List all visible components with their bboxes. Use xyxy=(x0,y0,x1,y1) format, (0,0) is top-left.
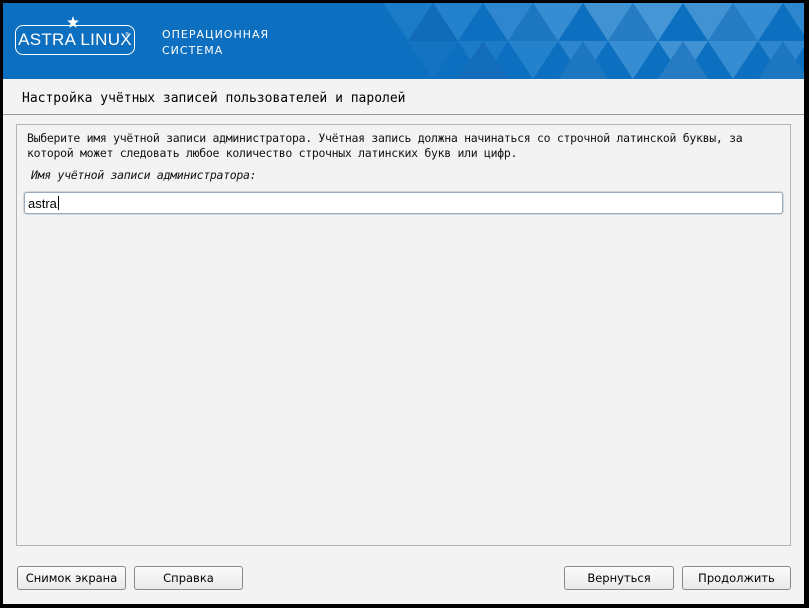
title-divider xyxy=(3,114,804,115)
page-title: Настройка учётных записей пользователей … xyxy=(22,91,406,106)
description-line-2: которой может следовать любое количество… xyxy=(27,146,518,160)
back-button[interactable]: Вернуться xyxy=(564,566,674,590)
star-icon xyxy=(67,16,79,28)
help-button[interactable]: Справка xyxy=(134,566,243,590)
username-input-value[interactable]: astra xyxy=(28,196,59,211)
content-panel: Выберите имя учётной записи администрато… xyxy=(16,124,791,546)
os-subtitle: ОПЕРАЦИОННАЯ СИСТЕМА xyxy=(162,27,269,59)
logo-registered-mark: ® xyxy=(125,32,129,38)
astra-linux-logo: ASTRA LINUX ® xyxy=(15,25,135,55)
installer-window: ASTRA LINUX ® ОПЕРАЦИОННАЯ СИСТЕМА Настр… xyxy=(3,3,804,604)
username-input[interactable]: astra xyxy=(24,192,783,214)
text-caret xyxy=(57,196,59,210)
description-text: Выберите имя учётной записи администрато… xyxy=(27,131,782,161)
username-field-label: Имя учётной записи администратора: xyxy=(31,168,257,182)
continue-button[interactable]: Продолжить xyxy=(682,566,791,590)
logo-text: ASTRA LINUX xyxy=(18,30,132,49)
screenshot-button[interactable]: Снимок экрана xyxy=(17,566,126,590)
description-line-1: Выберите имя учётной записи администрато… xyxy=(27,131,743,145)
subtitle-line-2: СИСТЕМА xyxy=(162,44,224,57)
subtitle-line-1: ОПЕРАЦИОННАЯ xyxy=(162,28,270,41)
header-banner: ASTRA LINUX ® ОПЕРАЦИОННАЯ СИСТЕМА xyxy=(3,3,804,79)
